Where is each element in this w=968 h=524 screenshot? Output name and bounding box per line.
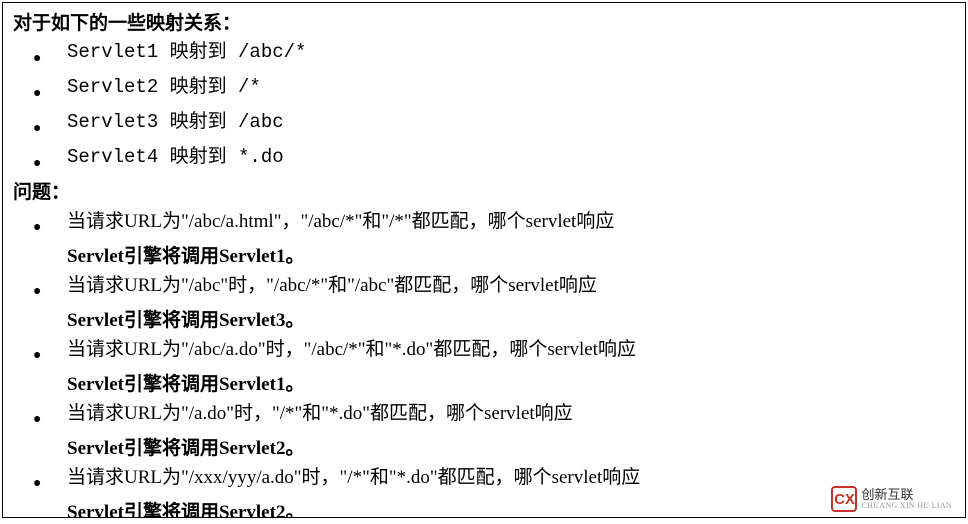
bullet-icon: ● [33,399,67,434]
mapping-item: ● Servlet4 映射到 *.do [13,143,955,178]
question-item: ● 当请求URL为"/abc"时，"/abc/*"和"/abc"都匹配，哪个se… [13,271,955,306]
answer-text: Servlet引擎将调用Servlet1。 [13,242,955,271]
watermark: CX 创新互联 CHUANG XIN HU LIAN [827,484,956,514]
mapping-text: Servlet2 映射到 /* [67,73,955,108]
question-item: ● 当请求URL为"/xxx/yyy/a.do"时，"/*"和"*.do"都匹配… [13,463,955,498]
mapping-item: ● Servlet1 映射到 /abc/* [13,38,955,73]
bullet-icon: ● [33,207,67,242]
watermark-name: 创新互联 [861,489,952,501]
answer-text: Servlet引擎将调用Servlet2。 [13,434,955,463]
bullet-icon: ● [33,335,67,370]
mapping-text: Servlet1 映射到 /abc/* [67,38,955,73]
answer-text: Servlet引擎将调用Servlet2。 [13,498,955,518]
bullet-icon: ● [33,108,67,143]
question-heading: 问题： [13,178,955,207]
question-text: 当请求URL为"/abc/a.do"时，"/abc/*"和"*.do"都匹配，哪… [67,335,955,370]
watermark-sub: CHUANG XIN HU LIAN [861,501,952,510]
mapping-text: Servlet4 映射到 *.do [67,143,955,178]
bullet-icon: ● [33,143,67,178]
watermark-logo-icon: CX [831,486,857,512]
question-item: ● 当请求URL为"/abc/a.do"时，"/abc/*"和"*.do"都匹配… [13,335,955,370]
question-text: 当请求URL为"/abc/a.html"，"/abc/*"和"/*"都匹配，哪个… [67,207,955,242]
document-frame: 对于如下的一些映射关系： ● Servlet1 映射到 /abc/* ● Ser… [2,2,966,518]
watermark-text-block: 创新互联 CHUANG XIN HU LIAN [861,489,952,510]
question-item: ● 当请求URL为"/a.do"时，"/*"和"*.do"都匹配，哪个servl… [13,399,955,434]
question-text: 当请求URL为"/a.do"时，"/*"和"*.do"都匹配，哪个servlet… [67,399,955,434]
mapping-item: ● Servlet2 映射到 /* [13,73,955,108]
question-text: 当请求URL为"/xxx/yyy/a.do"时，"/*"和"*.do"都匹配，哪… [67,463,955,498]
question-text: 当请求URL为"/abc"时，"/abc/*"和"/abc"都匹配，哪个serv… [67,271,955,306]
mapping-item: ● Servlet3 映射到 /abc [13,108,955,143]
bullet-icon: ● [33,38,67,73]
answer-text: Servlet引擎将调用Servlet3。 [13,306,955,335]
bullet-icon: ● [33,271,67,306]
mapping-text: Servlet3 映射到 /abc [67,108,955,143]
bullet-icon: ● [33,73,67,108]
question-item: ● 当请求URL为"/abc/a.html"，"/abc/*"和"/*"都匹配，… [13,207,955,242]
bullet-icon: ● [33,463,67,498]
intro-heading: 对于如下的一些映射关系： [13,9,955,38]
answer-text: Servlet引擎将调用Servlet1。 [13,370,955,399]
